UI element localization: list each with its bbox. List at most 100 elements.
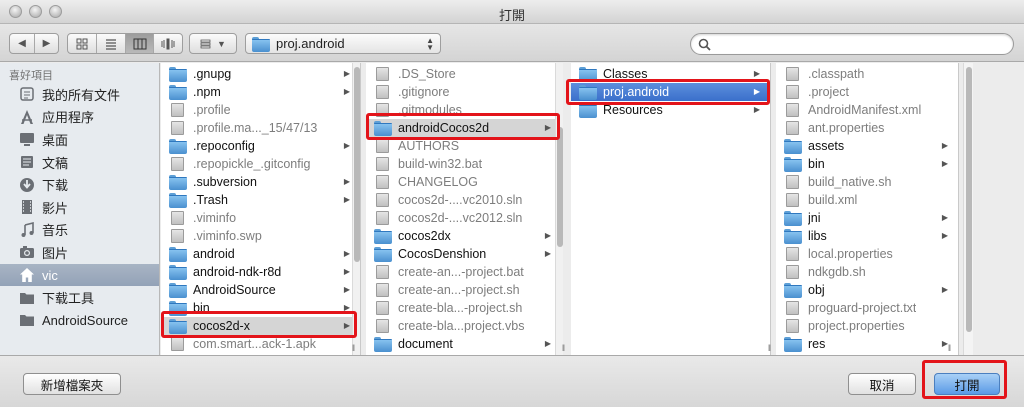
folder-row[interactable]: bin ▶ (776, 155, 958, 173)
search-field[interactable] (690, 33, 1014, 55)
browser-column-2[interactable]: .DS_Store .gitignore .gitmodules androidCoc… (366, 63, 562, 355)
back-button[interactable]: ◀ (10, 34, 34, 53)
new-folder-button[interactable]: 新增檔案夾 (23, 373, 121, 395)
sidebar-item[interactable]: 应用程序 (0, 106, 159, 129)
path-popup-menu[interactable]: proj.android ▲ ▼ (245, 33, 441, 54)
file-row[interactable]: .DS_Store (366, 65, 561, 83)
sidebar-item[interactable]: 下载工具 (0, 286, 159, 309)
folder-row[interactable]: CocosDenshion ▶ (366, 245, 561, 263)
folder-row[interactable]: .Trash ▶ (161, 191, 360, 209)
file-row[interactable]: .project (776, 83, 958, 101)
list-view-button[interactable] (96, 34, 125, 53)
folder-row[interactable]: libs ▶ (776, 227, 958, 245)
file-row[interactable]: AUTHORS (366, 137, 561, 155)
item-name: create-bla...-project.sh (398, 301, 523, 315)
file-row[interactable]: CHANGELOG (366, 173, 561, 191)
item-name: AndroidManifest.xml (808, 103, 922, 117)
browser-column-4[interactable]: .classpath .project AndroidManifest.xml ant… (776, 63, 959, 355)
sidebar-item[interactable]: vic (0, 263, 159, 287)
document-icon (786, 193, 799, 207)
file-row[interactable]: AndroidManifest.xml (776, 101, 958, 119)
file-row[interactable]: cocos2d-....vc2010.sln (366, 191, 561, 209)
folder-icon (169, 193, 187, 208)
file-row[interactable]: create-an...-project.sh (366, 281, 561, 299)
folder-row[interactable]: .npm ▶ (161, 83, 360, 101)
sidebar-item[interactable]: 图片 (0, 241, 159, 264)
column-4-scrollbar[interactable] (963, 63, 973, 355)
folder-row[interactable]: android-ndk-r8d ▶ (161, 263, 360, 281)
file-row[interactable]: project.properties (776, 317, 958, 335)
folder-row[interactable]: assets ▶ (776, 137, 958, 155)
file-row[interactable]: .viminfo.swp (161, 227, 360, 245)
forward-button[interactable]: ▶ (33, 34, 58, 53)
file-row[interactable]: .repopickle_.gitconfig (161, 155, 360, 173)
folder-row[interactable]: cocos2d-x ▶ (161, 317, 360, 335)
column-1-scrollbar[interactable] (352, 63, 360, 355)
file-row[interactable]: com.smart...ack-1.apk (161, 335, 360, 353)
folder-row[interactable]: obj ▶ (776, 281, 958, 299)
column-2-scroll-thumb[interactable] (557, 127, 563, 247)
file-row[interactable]: create-bla...-project.sh (366, 299, 561, 317)
sidebar-item[interactable]: 下载 (0, 173, 159, 196)
folder-row[interactable]: .gnupg ▶ (161, 65, 360, 83)
folder-row[interactable]: cocos2dx ▶ (366, 227, 561, 245)
sidebar-item[interactable]: 桌面 (0, 128, 159, 151)
file-row[interactable]: .gitignore (366, 83, 561, 101)
file-row[interactable]: proguard-project.txt (776, 299, 958, 317)
column-4-scroll-thumb[interactable] (966, 67, 972, 332)
folder-row[interactable]: bin ▶ (161, 299, 360, 317)
folder-row[interactable]: AndroidSource ▶ (161, 281, 360, 299)
file-row[interactable]: ant.properties (776, 119, 958, 137)
folder-icon (579, 85, 597, 100)
sidebar-item[interactable]: 音乐 (0, 219, 159, 242)
file-row[interactable]: cocos2d-....vc2012.sln (366, 209, 561, 227)
file-row[interactable]: .profile.ma..._15/47/13 (161, 119, 360, 137)
item-name: .DS_Store (398, 67, 456, 81)
sidebar-item[interactable]: 影片 (0, 196, 159, 219)
document-icon (376, 265, 389, 279)
browser-column-3[interactable]: Classes ▶ proj.android ▶ Resources ▶ (571, 63, 771, 355)
folder-row[interactable]: Resources ▶ (571, 101, 770, 119)
cancel-button[interactable]: 取消 (848, 373, 916, 395)
documents-icon (18, 154, 36, 170)
folder-row[interactable]: res ▶ (776, 335, 958, 353)
file-row[interactable]: create-bla...project.vbs (366, 317, 561, 335)
item-name: .project (808, 85, 849, 99)
cover-flow-button[interactable] (153, 34, 182, 53)
file-row[interactable]: .viminfo (161, 209, 360, 227)
folder-row[interactable]: jni ▶ (776, 209, 958, 227)
file-row[interactable]: create-an...-project.bat (366, 263, 561, 281)
folder-row[interactable]: proj.android ▶ (571, 83, 770, 101)
file-row[interactable]: .profile (161, 101, 360, 119)
sidebar-item[interactable]: AndroidSource (0, 309, 159, 332)
file-row[interactable]: build.xml (776, 191, 958, 209)
sidebar-item-label: AndroidSource (42, 312, 128, 328)
open-button[interactable]: 打開 (934, 373, 1000, 395)
item-name: .viminfo (193, 211, 237, 225)
item-name: proguard-project.txt (808, 301, 917, 315)
folder-row[interactable]: document ▶ (366, 335, 561, 353)
folder-row[interactable]: Classes ▶ (571, 65, 770, 83)
file-row[interactable]: ndkgdb.sh (776, 263, 958, 281)
column-2-scrollbar[interactable] (555, 63, 563, 355)
music-icon (18, 221, 36, 238)
browser-column-1[interactable]: .gnupg ▶ .npm ▶ .profile .profile.ma..._15/47… (161, 63, 361, 355)
file-row[interactable]: .gitmodules (366, 101, 561, 119)
folder-row[interactable]: android ▶ (161, 245, 360, 263)
folder-row[interactable]: .repoconfig ▶ (161, 137, 360, 155)
file-row[interactable]: local.properties (776, 245, 958, 263)
file-row[interactable]: .classpath (776, 65, 958, 83)
file-row[interactable]: build-win32.bat (366, 155, 561, 173)
column-1-scroll-thumb[interactable] (354, 67, 360, 262)
item-name: cocos2d-x (193, 319, 250, 333)
disclosure-arrow-icon: ▶ (544, 123, 551, 132)
arrange-menu-button[interactable]: ▼ (189, 33, 237, 54)
folder-row[interactable]: .subversion ▶ (161, 173, 360, 191)
sidebar-item[interactable]: 我的所有文件 (0, 83, 159, 106)
folder-row[interactable]: androidCocos2d ▶ (366, 119, 561, 137)
icon-view-button[interactable] (68, 34, 96, 53)
column-view-button[interactable] (124, 34, 154, 53)
sidebar-item[interactable]: 文稿 (0, 151, 159, 174)
document-icon (376, 85, 389, 99)
file-row[interactable]: build_native.sh (776, 173, 958, 191)
